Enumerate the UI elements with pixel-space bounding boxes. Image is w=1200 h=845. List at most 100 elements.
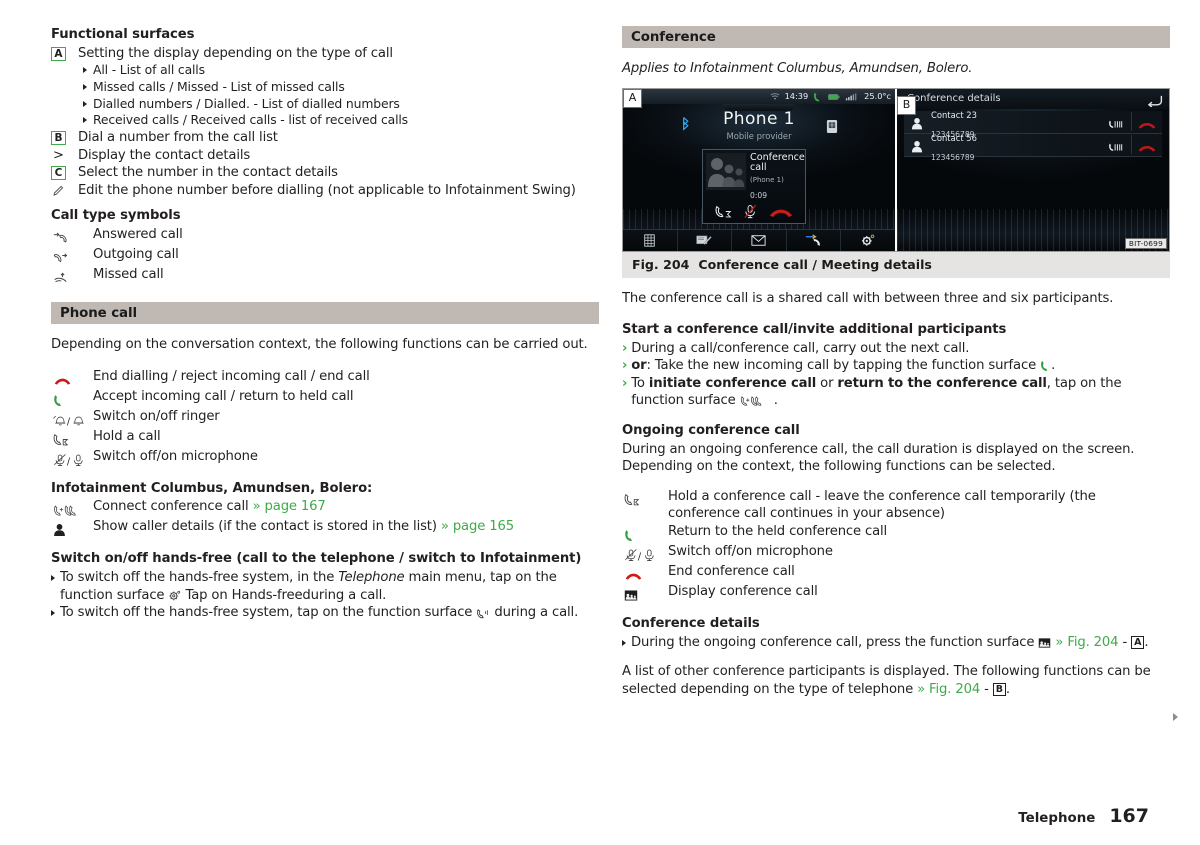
conference-intro: The conference call is a shared call wit… xyxy=(622,290,1114,306)
phone-function-label: Accept incoming call / return to held ca… xyxy=(93,388,354,404)
chevron-right-icon: › xyxy=(622,375,628,391)
phone-call-band-title: Phone call xyxy=(60,305,137,321)
key-item-pencil: Edit the phone number before dialling (n… xyxy=(51,182,599,200)
conference-call-icon xyxy=(740,393,770,408)
details-b1-dash: - xyxy=(1118,634,1132,650)
missed-call-icon xyxy=(51,266,93,286)
callout-label-a: A xyxy=(623,88,642,108)
handsfree-bullet-1-text: To switch off the hands-free system, in … xyxy=(60,569,599,604)
reference-box-a: A xyxy=(1131,635,1145,649)
display-conference-icon xyxy=(1038,635,1051,650)
private-call-icon[interactable] xyxy=(1101,112,1131,131)
infotainment-function-conference: Connect conference call » page 167 xyxy=(51,498,599,518)
call-type-label: Outgoing call xyxy=(93,247,179,263)
or-keyword: or xyxy=(631,358,647,374)
tab-call-list[interactable] xyxy=(787,229,842,251)
details-paragraph: A list of other conference participants … xyxy=(622,663,1170,698)
end-call-icon xyxy=(622,563,668,583)
call-active-icon xyxy=(813,91,823,102)
start-b3-end: . xyxy=(769,393,778,409)
figure-reference-link[interactable]: » Fig. 204 xyxy=(1055,635,1118,650)
handsfree-b1-part3: Tap on Hands-freeduring a call. xyxy=(181,587,387,603)
tab-keypad[interactable] xyxy=(623,229,678,251)
wifi-icon xyxy=(770,91,780,101)
details-b1-end: . xyxy=(1144,634,1149,650)
conference-call-text: Connect conference call xyxy=(93,499,249,515)
start-b2-rest: : Take the new incoming call by tapping … xyxy=(646,358,1041,374)
start-bullet-2-text: or: Take the new incoming call by tappin… xyxy=(631,357,1170,375)
page-reference-link[interactable]: » page 165 xyxy=(441,519,514,534)
callout-label-b: B xyxy=(897,95,916,115)
call-type-row-outgoing: Outgoing call xyxy=(51,246,599,266)
end-call-icon[interactable] xyxy=(768,201,794,220)
tab-settings[interactable] xyxy=(841,230,895,251)
accept-call-icon xyxy=(1040,358,1051,373)
hold-call-icon[interactable] xyxy=(714,201,733,220)
status-temperature: 25.0°c xyxy=(864,91,891,102)
conference-band-title: Conference xyxy=(631,29,716,45)
microphone-mute-icon[interactable] xyxy=(743,201,757,220)
figure-reference-link[interactable]: » Fig. 204 xyxy=(917,682,980,697)
sub-item-label: Received calls / Received calls - list o… xyxy=(93,112,408,128)
greater-than-icon: > xyxy=(53,147,64,163)
microphone-toggle-icon: / xyxy=(51,448,93,468)
call-type-symbols-heading: Call type symbols xyxy=(51,208,181,224)
ongoing-function-end: End conference call xyxy=(622,563,1170,583)
signal-bars-icon xyxy=(845,91,859,101)
call-duration-timer: 0:09 xyxy=(750,190,768,200)
tab-notepad[interactable] xyxy=(678,229,733,251)
status-bar: 14:39 25.0°c xyxy=(623,88,895,104)
sub-item-label: Missed calls / Missed - List of missed c… xyxy=(93,78,345,94)
ongoing-function-return: Return to the held conference call xyxy=(622,523,1170,543)
phone-function-label: Hold a call xyxy=(93,428,161,444)
details-b1-part1: During the ongoing conference call, pres… xyxy=(631,634,1039,650)
triangle-bullet-icon xyxy=(51,574,55,581)
svg-text:/: / xyxy=(638,551,642,562)
applies-to-note: Applies to Infotainment Columbus, Amunds… xyxy=(622,61,973,76)
back-arrow-icon[interactable] xyxy=(1146,89,1163,108)
mobile-provider-label: Mobile provider xyxy=(726,130,792,141)
conference-call-card[interactable]: Conference call (Phone 1) 0:09 xyxy=(702,148,806,224)
ringer-toggle-icon: / xyxy=(51,408,93,428)
microphone-toggle-icon: / xyxy=(622,543,668,563)
hold-call-icon xyxy=(622,488,668,508)
page-reference-link[interactable]: » page 167 xyxy=(253,499,326,514)
right-column: Conference Applies to Infotainment Colum… xyxy=(622,26,1170,698)
start-conference-heading: Start a conference call/invite additiona… xyxy=(622,322,1007,338)
end-call-icon[interactable] xyxy=(1131,112,1162,132)
handsfree-b2-part2: during a call. xyxy=(490,605,579,621)
table-row[interactable]: Contact 56 123456789 xyxy=(904,133,1162,161)
sub-item-label: Dialled numbers / Dialled. - List of dia… xyxy=(93,95,400,111)
phone-function-accept-call: Accept incoming call / return to held ca… xyxy=(51,388,599,408)
handsfree-gear-icon xyxy=(168,588,181,603)
list-item: Received calls / Received calls - list o… xyxy=(51,112,599,129)
phone-function-microphone: / Switch off/on microphone xyxy=(51,448,599,468)
start-bullet-1: › During a call/conference call, carry o… xyxy=(622,340,1170,358)
functional-surfaces-heading: Functional surfaces xyxy=(51,27,195,42)
figure-screens: A B 14:39 25.0°c Phone 1 Mobile provider… xyxy=(622,87,1170,252)
conference-participants-list: Contact 23 123456789 Contact 56 12345678… xyxy=(904,110,1162,161)
sub-item-label: All - List of all calls xyxy=(93,62,205,78)
footer-section-label: Telephone xyxy=(1018,811,1096,826)
phone-function-label: End dialling / reject incoming call / en… xyxy=(93,368,370,384)
ongoing-function-microphone: / Switch off/on microphone xyxy=(622,543,1170,563)
return-conference-keyword: return to the conference call xyxy=(837,375,1047,391)
continuation-marker-icon xyxy=(1173,713,1178,721)
handsfree-bullet-2-text: To switch off the hands-free system, tap… xyxy=(60,604,599,622)
key-text-b: Dial a number from the call list xyxy=(78,130,278,146)
start-b3-part2: or xyxy=(816,375,838,391)
triangle-bullet-icon xyxy=(51,610,55,617)
details-p-dash: - xyxy=(980,681,993,697)
phone-function-end-call: End dialling / reject incoming call / en… xyxy=(51,368,599,388)
handsfree-bullet-1: To switch off the hands-free system, in … xyxy=(51,569,599,604)
key-text-gt: Display the contact details xyxy=(78,147,251,163)
details-p-part1: A list of other conference participants … xyxy=(622,664,1151,697)
caller-details-text: Show caller details (if the contact is s… xyxy=(93,519,437,535)
key-text-a: Setting the display depending on the typ… xyxy=(78,45,393,61)
end-call-icon[interactable] xyxy=(1131,135,1162,155)
list-item: Missed calls / Missed - List of missed c… xyxy=(51,79,599,96)
bottom-tab-bar xyxy=(623,228,895,251)
tab-message[interactable] xyxy=(732,229,787,251)
private-call-icon[interactable] xyxy=(1101,135,1131,154)
start-bullet-1-text: During a call/conference call, carry out… xyxy=(631,340,970,356)
